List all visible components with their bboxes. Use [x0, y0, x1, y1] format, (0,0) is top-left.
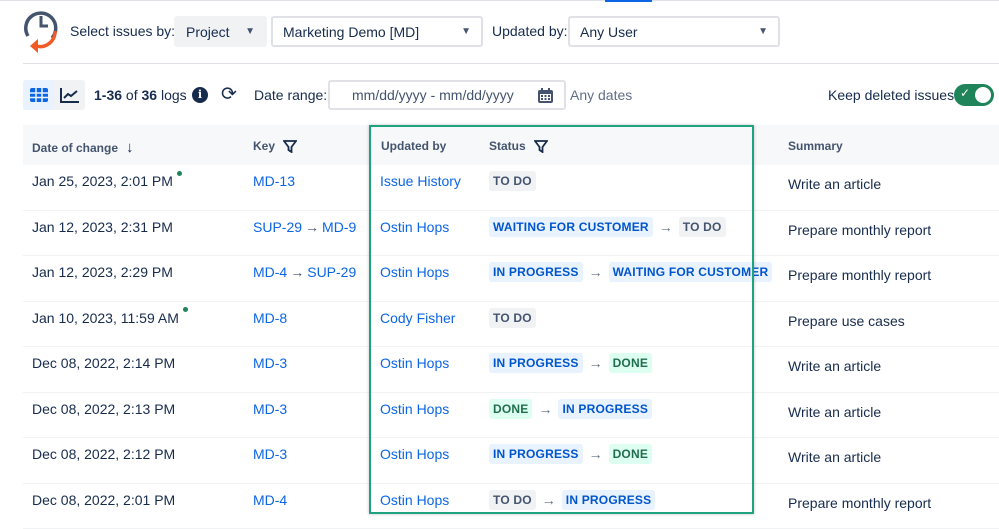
project-value: Marketing Demo [MD]	[283, 24, 419, 40]
summary-text: Write an article	[788, 176, 881, 192]
key-cell: MD-3	[253, 446, 287, 462]
project-dropdown[interactable]: Marketing Demo [MD] ▼	[271, 16, 483, 47]
any-dates-label: Any dates	[570, 87, 632, 103]
new-indicator-dot	[177, 171, 182, 176]
summary-cell: Prepare monthly report	[788, 267, 931, 283]
calendar-icon[interactable]	[537, 87, 554, 104]
summary-text: Prepare monthly report	[788, 267, 931, 283]
select-by-value: Project	[186, 24, 230, 40]
date-text: Dec 08, 2022, 2:14 PM	[32, 355, 175, 371]
summary-text: Write an article	[788, 404, 881, 420]
summary-cell: Prepare monthly report	[788, 495, 931, 511]
issue-key-link[interactable]: MD-4	[253, 492, 287, 508]
date-placeholder: mm/dd/yyyy - mm/dd/yyyy	[352, 87, 514, 103]
key-cell: SUP-29→MD-9	[253, 219, 356, 235]
summary-text: Write an article	[788, 449, 881, 465]
chevron-down-icon: ▼	[461, 26, 471, 37]
date-cell: Jan 12, 2023, 2:31 PM	[32, 219, 173, 235]
date-cell: Jan 10, 2023, 11:59 AM	[32, 310, 188, 326]
updated-by-value: Any User	[580, 24, 638, 40]
highlight-box	[369, 125, 754, 514]
chart-view-button[interactable]	[54, 80, 85, 110]
keep-deleted-label: Keep deleted issues	[828, 87, 954, 103]
date-cell: Dec 08, 2022, 2:13 PM	[32, 401, 175, 417]
issue-key-link[interactable]: MD-9	[322, 219, 356, 235]
issue-key-link[interactable]: SUP-29	[307, 264, 356, 280]
of-text: of	[126, 87, 138, 103]
divider	[23, 63, 999, 64]
key-cell: MD-4	[253, 492, 287, 508]
filter-icon[interactable]	[283, 140, 297, 153]
column-summary-header[interactable]: Summary	[788, 139, 843, 153]
date-cell: Jan 12, 2023, 2:29 PM	[32, 264, 173, 280]
date-range-input[interactable]: mm/dd/yyyy - mm/dd/yyyy	[328, 80, 566, 110]
date-text: Dec 08, 2022, 2:12 PM	[32, 446, 175, 462]
date-cell: Dec 08, 2022, 2:14 PM	[32, 355, 175, 371]
summary-cell: Write an article	[788, 404, 881, 420]
date-text: Jan 10, 2023, 11:59 AM	[32, 310, 179, 326]
date-cell: Dec 08, 2022, 2:12 PM	[32, 446, 175, 462]
key-cell: MD-8	[253, 310, 287, 326]
updated-by-label: Updated by:	[492, 23, 568, 39]
key-cell: MD-3	[253, 401, 287, 417]
date-text: Jan 12, 2023, 2:29 PM	[32, 264, 173, 280]
date-text: Jan 12, 2023, 2:31 PM	[32, 219, 173, 235]
issue-key-link[interactable]: MD-13	[253, 173, 295, 189]
table-view-button[interactable]	[23, 80, 54, 110]
summary-text: Write an article	[788, 358, 881, 374]
history-logo-icon	[22, 8, 62, 54]
summary-text: Prepare monthly report	[788, 222, 931, 238]
issue-key-link[interactable]: MD-4	[253, 264, 287, 280]
range-start: 1-36	[94, 87, 122, 103]
summary-text: Prepare use cases	[788, 313, 905, 329]
issue-key-link[interactable]: MD-3	[253, 446, 287, 462]
view-toggle	[23, 80, 85, 110]
column-date-label: Date of change	[32, 141, 118, 155]
chevron-down-icon: ▼	[758, 26, 768, 37]
info-icon[interactable]: i	[192, 87, 208, 103]
arrow-right-icon: →	[290, 264, 304, 280]
key-cell: MD-4→SUP-29	[253, 264, 356, 280]
arrow-right-icon: →	[305, 219, 319, 235]
toggle-knob	[975, 87, 991, 103]
refresh-icon[interactable]: ⟳	[221, 83, 237, 106]
column-key-label: Key	[253, 139, 275, 153]
select-by-label: Select issues by:	[70, 23, 175, 39]
log-count: 1-36 of 36 logs	[94, 87, 187, 103]
issue-key-link[interactable]: SUP-29	[253, 219, 302, 235]
key-cell: MD-13	[253, 173, 295, 189]
chevron-down-icon: ▼	[245, 26, 255, 37]
date-cell: Jan 25, 2023, 2:01 PM	[32, 173, 182, 189]
key-cell: MD-3	[253, 355, 287, 371]
column-summary-label: Summary	[788, 139, 843, 153]
line-chart-icon	[60, 87, 80, 103]
total-count: 36	[142, 87, 158, 103]
issue-key-link[interactable]: MD-3	[253, 355, 287, 371]
active-tab-indicator	[605, 0, 652, 2]
summary-cell: Write an article	[788, 449, 881, 465]
select-by-dropdown[interactable]: Project ▼	[174, 16, 267, 47]
logs-text: logs	[161, 87, 187, 103]
date-text: Jan 25, 2023, 2:01 PM	[32, 173, 173, 189]
column-date-header[interactable]: Date of change ↓	[32, 139, 134, 156]
date-text: Dec 08, 2022, 2:13 PM	[32, 401, 175, 417]
summary-text: Prepare monthly report	[788, 495, 931, 511]
issue-key-link[interactable]: MD-8	[253, 310, 287, 326]
keep-deleted-toggle[interactable]: ✓	[954, 84, 994, 106]
date-text: Dec 08, 2022, 2:01 PM	[32, 492, 175, 508]
summary-cell: Write an article	[788, 176, 881, 192]
new-indicator-dot	[183, 307, 188, 312]
issue-key-link[interactable]: MD-3	[253, 401, 287, 417]
check-icon: ✓	[960, 86, 970, 100]
summary-cell: Write an article	[788, 358, 881, 374]
grid-icon	[30, 88, 48, 102]
updated-by-dropdown[interactable]: Any User ▼	[568, 16, 780, 47]
summary-cell: Prepare monthly report	[788, 222, 931, 238]
sort-down-icon[interactable]: ↓	[126, 139, 134, 156]
date-cell: Dec 08, 2022, 2:01 PM	[32, 492, 175, 508]
top-border	[0, 0, 999, 1]
date-range-label: Date range:	[254, 87, 327, 103]
column-key-header[interactable]: Key	[253, 139, 297, 153]
summary-cell: Prepare use cases	[788, 313, 905, 329]
